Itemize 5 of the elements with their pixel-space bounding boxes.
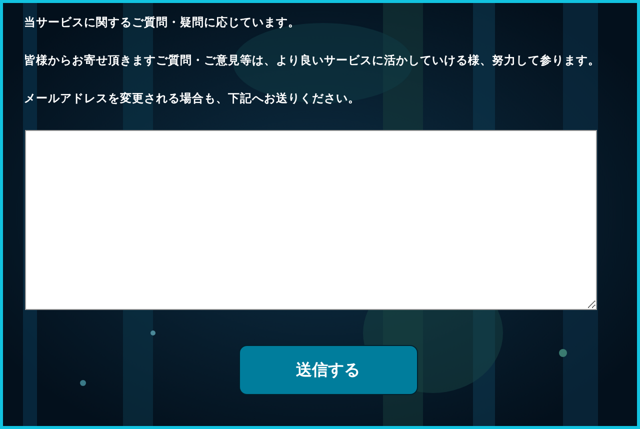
message-field[interactable] <box>25 130 597 310</box>
notice-text: メールアドレスを変更される場合も、下記へお送りください。 <box>24 90 361 106</box>
notice-text: 皆様からお寄せ頂きますご質問・ご意見等は、より良いサービスに活かしていける様、努力して参ります。 <box>24 52 596 68</box>
notice-text: 当サービスに関するご質問・疑問に応じています。 <box>24 14 301 30</box>
submit-button[interactable]: 送信する <box>238 345 418 395</box>
